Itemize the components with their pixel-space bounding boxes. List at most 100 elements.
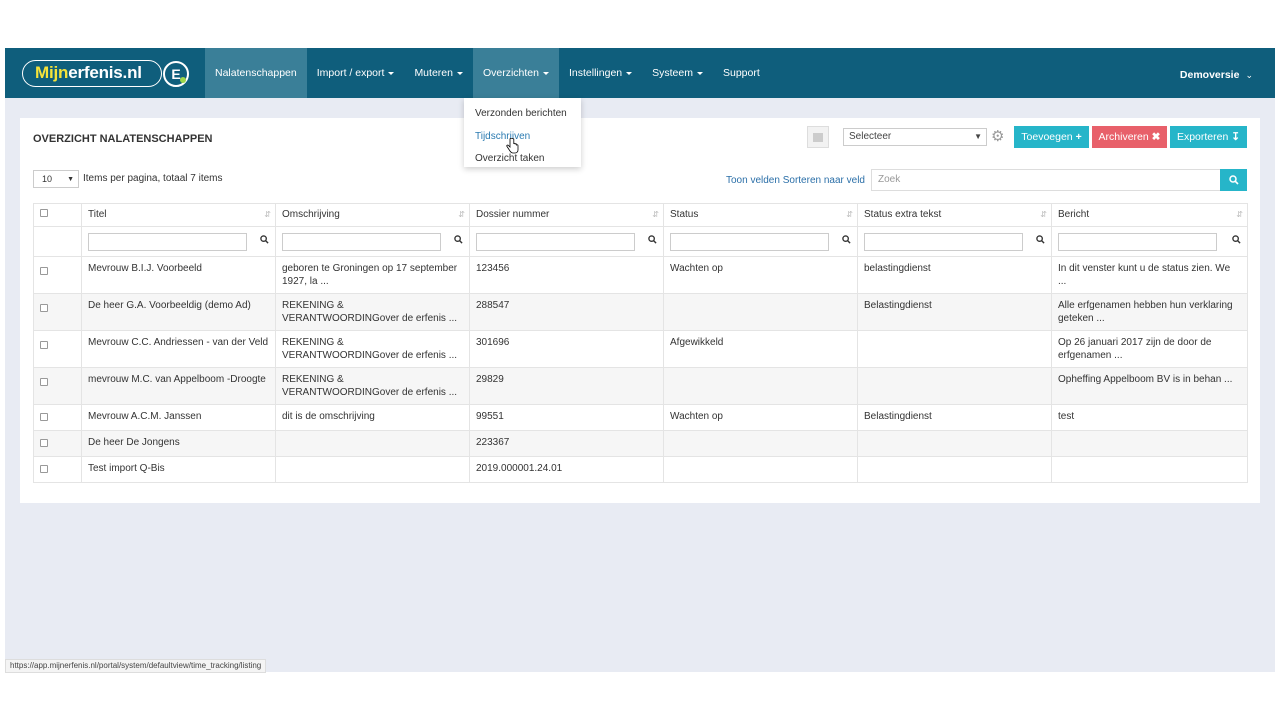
filter-cell [81, 226, 276, 257]
table-cell: 301696 [469, 330, 664, 368]
nav-item-label: Support [722, 67, 760, 79]
table-cell [857, 430, 1052, 457]
table-cell: In dit venster kunt u de status zien. We… [1051, 256, 1248, 294]
dropdown-item-verzonden-berichten[interactable]: Verzonden berichten [464, 103, 581, 126]
table-cell: 2019.000001.24.01 [469, 456, 664, 483]
brand-logo[interactable]: Mijnerfenis.nl [22, 60, 162, 87]
export-button[interactable]: Exporteren ↧ [1170, 126, 1247, 148]
table-row[interactable]: De heer De Jongens 223367 [33, 430, 1248, 457]
status-bar-url: https://app.mijnerfenis.nl/portal/system… [5, 659, 267, 673]
table-cell: REKENING & VERANTWOORDINGover de erfenis… [275, 330, 470, 368]
search-icon[interactable] [648, 234, 657, 244]
table-row[interactable]: Mevrouw B.I.J. Voorbeeld geboren te Groni… [33, 256, 1248, 294]
dropdown-arrow-icon: ▼ [974, 132, 982, 141]
table-cell: geboren te Groningen op 17 september 192… [275, 256, 470, 294]
plus-icon: + [1075, 131, 1082, 143]
table-cell: belastingdienst [857, 256, 1052, 294]
row-checkbox[interactable] [40, 413, 48, 421]
table-row[interactable]: Test import Q-Bis 2019.000001.24.01 [33, 456, 1248, 483]
archive-button[interactable]: Archiveren ✖ [1092, 126, 1167, 148]
add-button[interactable]: Toevoegen + [1014, 126, 1089, 148]
row-checkbox[interactable] [40, 304, 48, 312]
column-filter-input[interactable] [88, 232, 247, 251]
nav-item-import-export[interactable]: Import / export [307, 48, 405, 98]
filter-cell [1051, 226, 1248, 257]
table-cell [857, 367, 1052, 405]
search-icon[interactable] [454, 234, 463, 244]
search-input[interactable]: Zoek [871, 169, 1221, 191]
chevron-down-icon: ⌄ [1245, 70, 1253, 80]
nav-item-overzichten[interactable]: Overzichten [472, 48, 559, 98]
row-checkbox[interactable] [40, 378, 48, 386]
search-button[interactable] [1220, 169, 1247, 191]
column-filter-input[interactable] [282, 232, 441, 251]
search-icon[interactable] [1232, 234, 1241, 244]
table-cell: Opheffing Appelboom BV is in behan ... [1051, 367, 1248, 405]
archive-icon [813, 133, 823, 142]
table-cell: mevrouw M.C. van Appelboom -Droogte [81, 367, 276, 405]
nav-item-support[interactable]: Support [713, 48, 770, 98]
sort-by-field-link[interactable]: Sorteren naar veld [783, 175, 865, 186]
row-checkbox[interactable] [40, 267, 48, 275]
sort-icon: ⇵ [1236, 210, 1243, 219]
nav-item-nalatenschappen[interactable]: Nalatenschappen [205, 48, 307, 98]
row-checkbox[interactable] [40, 465, 48, 473]
column-header-label: Dossier nummer [476, 209, 550, 220]
column-filter-input[interactable] [670, 232, 829, 251]
table-cell [1051, 456, 1248, 483]
search-icon[interactable] [1036, 234, 1045, 244]
table-cell: REKENING & VERANTWOORDINGover de erfenis… [275, 367, 470, 405]
nav-item-instellingen[interactable]: Instellingen [559, 48, 642, 98]
archive-toggle-button[interactable] [807, 126, 829, 148]
nav-item-muteren[interactable]: Muteren [404, 48, 473, 98]
per-page-select[interactable]: 10 ▼ [33, 170, 79, 188]
search-icon[interactable] [260, 234, 269, 244]
table-row[interactable]: Mevrouw C.C. Andriessen - van der Veld RE… [33, 330, 1248, 368]
dropdown-item-tijdschrijven[interactable]: Tijdschrijven [464, 126, 581, 149]
table-cell: dit is de omschrijving [275, 404, 470, 431]
table-row[interactable]: mevrouw M.C. van Appelboom -Droogte REKEN… [33, 367, 1248, 405]
nav-item-label: Instellingen [569, 67, 623, 79]
close-icon: ✖ [1151, 131, 1161, 143]
download-icon: ↧ [1231, 131, 1241, 143]
table-cell: 123456 [469, 256, 664, 294]
user-menu[interactable]: Demoversie ⌄ [1180, 48, 1253, 102]
column-header[interactable]: Dossier nummer ⇵ [469, 203, 664, 227]
table-cell: 99551 [469, 404, 664, 431]
table-cell [663, 430, 858, 457]
column-header[interactable]: Titel ⇵ [81, 203, 276, 227]
column-filter-input[interactable] [476, 232, 635, 251]
table-cell: Wachten op [663, 256, 858, 294]
nav-item-systeem[interactable]: Systeem [642, 48, 713, 98]
table-cell: Wachten op [663, 404, 858, 431]
column-filter-input[interactable] [864, 232, 1023, 251]
show-fields-link[interactable]: Toon velden [726, 175, 780, 186]
select-all-checkbox[interactable] [40, 209, 48, 217]
table-cell [857, 330, 1052, 368]
table-cell: 288547 [469, 293, 664, 331]
column-header[interactable]: Omschrijving ⇵ [275, 203, 470, 227]
nav-item-label: Overzichten [482, 67, 539, 79]
column-filter-input[interactable] [1058, 232, 1217, 251]
top-navbar: Mijnerfenis.nl E Nalatenschappen Import /… [5, 48, 1275, 98]
column-header-label: Bericht [1058, 209, 1090, 220]
caret-down-icon [456, 71, 463, 75]
bulk-action-select[interactable]: Selecteer ▼ [843, 128, 987, 146]
row-checkbox[interactable] [40, 439, 48, 447]
filter-cell-empty [33, 226, 82, 257]
table-row[interactable]: Mevrouw A.C.M. Janssen dit is de omschrij… [33, 404, 1248, 431]
table-cell: Mevrouw A.C.M. Janssen [81, 404, 276, 431]
row-checkbox[interactable] [40, 341, 48, 349]
column-header[interactable]: Status ⇵ [663, 203, 858, 227]
table-cell [275, 430, 470, 457]
dropdown-arrow-icon: ▼ [67, 176, 74, 183]
table-row[interactable]: De heer G.A. Voorbeeldig (demo Ad) REKENI… [33, 293, 1248, 331]
row-checkbox-cell [33, 367, 82, 405]
search-icon[interactable] [842, 234, 851, 244]
column-header[interactable]: Bericht ⇵ [1051, 203, 1248, 227]
gear-icon[interactable]: ⚙ [991, 127, 1004, 145]
dropdown-item-overzicht-taken[interactable]: Overzicht taken [464, 148, 581, 171]
column-header[interactable]: Status extra tekst ⇵ [857, 203, 1052, 227]
filter-cell [469, 226, 664, 257]
per-page-label: Items per pagina, totaal 7 items [83, 173, 223, 184]
